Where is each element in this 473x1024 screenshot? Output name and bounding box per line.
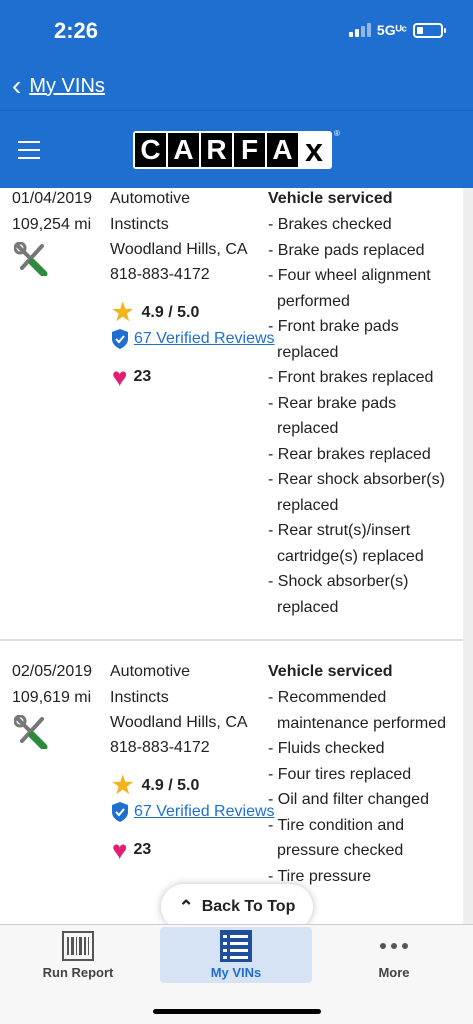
service-item: - Front brakes replaced: [268, 369, 434, 386]
service-item: - Front brake pads replaced: [268, 318, 399, 361]
favorites-count: ♥ 23: [112, 837, 151, 863]
status-icons: 5Gᵁᶜ: [348, 22, 446, 38]
verified-shield-icon: [112, 802, 128, 822]
service-item: - Brakes checked: [268, 216, 392, 233]
service-title: Vehicle serviced: [268, 663, 393, 680]
heart-icon: ♥: [112, 835, 128, 865]
reviews-label[interactable]: 67 Verified Reviews: [134, 803, 275, 821]
service-record: 02/05/2019 109,619 mi Automotive Instinc…: [0, 641, 463, 924]
service-wrench-icon: [14, 242, 48, 276]
logo-letter: C: [135, 133, 166, 167]
tab-more[interactable]: More: [318, 927, 470, 983]
verified-reviews-link[interactable]: 67 Verified Reviews: [110, 328, 275, 350]
service-item: - Rear shock absorber(s) replaced: [268, 471, 445, 514]
status-time: 2:26: [54, 18, 99, 43]
back-link[interactable]: My VINs: [29, 75, 105, 98]
chevron-left-icon[interactable]: ‹: [12, 72, 21, 100]
favorites-value: 23: [133, 368, 152, 385]
logo-letter: x: [300, 132, 328, 168]
service-record: 01/04/2019 109,254 mi Automotive Instinc…: [0, 188, 463, 641]
back-to-top-label: Back To Top: [201, 898, 296, 915]
verified-shield-icon: [112, 329, 128, 349]
service-title: Vehicle serviced: [268, 190, 393, 207]
shop-location: Woodland Hills, CA: [110, 241, 248, 258]
home-indicator: [153, 1009, 321, 1014]
service-item: - Recommended maintenance performed: [268, 689, 446, 732]
nav-bar: ‹ My VINs: [0, 62, 473, 110]
logo-letter: F: [234, 133, 265, 167]
service-item: - Four wheel alignment performed: [268, 267, 431, 310]
service-item: - Four tires replaced: [268, 765, 412, 783]
shop-name: Automotive: [110, 190, 191, 207]
app-header: CARFAx ®: [0, 110, 473, 188]
carfax-logo: CARFAx: [133, 131, 332, 169]
reviews-label[interactable]: 67 Verified Reviews: [134, 330, 275, 348]
tab-run-report[interactable]: Run Report: [2, 927, 154, 983]
service-item: - Tire condition and pressure checked: [268, 816, 405, 860]
history-list[interactable]: 01/04/2019 109,254 mi Automotive Instinc…: [0, 188, 473, 924]
registered-mark: ®: [334, 129, 340, 138]
logo-letter: A: [168, 133, 199, 167]
hamburger-menu-icon[interactable]: [18, 141, 40, 165]
heart-icon: ♥: [112, 362, 128, 392]
service-item: - Rear brakes replaced: [268, 445, 431, 463]
record-date: 01/04/2019: [12, 190, 93, 207]
service-item: - Rear strut(s)/insert cartridge(s) repl…: [268, 522, 424, 565]
shop-name-line2: Instincts: [110, 216, 169, 233]
service-list: - Brakes checked - Brake pads replaced - F…: [268, 212, 458, 620]
rating-value: 4.9 / 5.0: [141, 304, 200, 321]
battery-icon: [413, 22, 446, 38]
service-item: - Rear brake pads replaced: [268, 394, 397, 438]
tab-bar: Run Report My VINs More: [0, 924, 473, 1024]
signal-icon: [348, 23, 371, 37]
service-item: - Oil and filter changed: [268, 791, 429, 808]
service-item: - Fluids checked: [268, 740, 385, 757]
shop-name: Automotive: [110, 663, 191, 680]
list-icon: [220, 929, 252, 962]
star-icon: ★: [112, 772, 134, 799]
tab-label: More: [378, 964, 410, 980]
rating-value: 4.9 / 5.0: [141, 777, 200, 794]
chevron-up-icon: ⌃: [178, 896, 194, 917]
favorites-count: ♥ 23: [112, 364, 151, 390]
shop-rating: ★ 4.9 / 5.0: [112, 774, 199, 798]
record-mileage: 109,254 mi: [12, 216, 92, 233]
service-wrench-icon: [14, 715, 48, 749]
logo-letter: R: [201, 133, 232, 167]
record-mileage: 109,619 mi: [12, 689, 92, 706]
service-item: - Brake pads replaced: [268, 241, 425, 259]
tab-label: Run Report: [42, 964, 114, 980]
service-list: - Recommended maintenance performed - Flu…: [268, 685, 458, 889]
tab-label: My VINs: [210, 964, 262, 980]
favorites-value: 23: [133, 841, 152, 858]
service-item: - Shock absorber(s) replaced: [268, 573, 409, 616]
shop-location: Woodland Hills, CA: [110, 714, 248, 731]
verified-reviews-link[interactable]: 67 Verified Reviews: [110, 801, 275, 823]
shop-rating: ★ 4.9 / 5.0: [112, 301, 199, 325]
shop-phone[interactable]: 818-883-4172: [110, 266, 210, 284]
network-label: 5Gᵁᶜ: [376, 22, 407, 38]
star-icon: ★: [112, 299, 134, 326]
barcode-icon: [62, 930, 94, 961]
shop-name-line2: Instincts: [110, 689, 169, 706]
tab-my-vins[interactable]: My VINs: [160, 927, 312, 983]
logo-letter: A: [267, 133, 298, 167]
more-icon: [379, 931, 409, 961]
shop-phone[interactable]: 818-883-4172: [110, 739, 210, 757]
record-date: 02/05/2019: [12, 663, 93, 680]
status-bar: 2:26 5Gᵁᶜ: [0, 0, 473, 62]
